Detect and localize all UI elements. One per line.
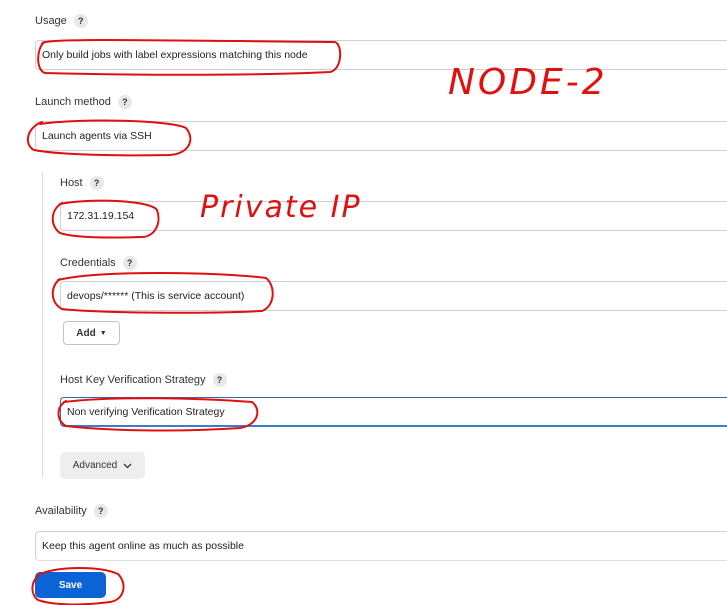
launch-method-select[interactable]: Launch agents via SSH bbox=[35, 121, 727, 151]
availability-label: Availability ? bbox=[35, 504, 108, 518]
availability-help-icon[interactable]: ? bbox=[93, 504, 108, 518]
host-label: Host ? bbox=[60, 176, 104, 190]
host-help-icon[interactable]: ? bbox=[89, 176, 104, 190]
launch-method-label: Launch method ? bbox=[35, 95, 132, 109]
usage-help-icon[interactable]: ? bbox=[73, 14, 88, 28]
host-key-strategy-select[interactable]: Non verifying Verification Strategy bbox=[60, 397, 727, 427]
node-annotation: NODE-2 bbox=[448, 62, 608, 103]
usage-label: Usage ? bbox=[35, 14, 88, 28]
chevron-down-icon bbox=[123, 463, 132, 468]
bottom-fade bbox=[0, 556, 727, 568]
credentials-help-icon[interactable]: ? bbox=[122, 256, 137, 270]
usage-select[interactable]: Only build jobs with label expressions m… bbox=[35, 40, 727, 70]
host-key-help-icon[interactable]: ? bbox=[212, 373, 227, 387]
private-ip-annotation: Private IP bbox=[200, 190, 362, 225]
add-credentials-button[interactable]: Add ▼ bbox=[63, 321, 120, 345]
advanced-button[interactable]: Advanced bbox=[60, 452, 145, 479]
host-input[interactable]: 172.31.19.154 bbox=[60, 201, 727, 231]
host-key-label: Host Key Verification Strategy ? bbox=[60, 373, 227, 387]
save-button[interactable]: Save bbox=[35, 572, 106, 598]
caret-down-icon: ▼ bbox=[99, 329, 107, 337]
credentials-label: Credentials ? bbox=[60, 256, 137, 270]
launch-method-help-icon[interactable]: ? bbox=[117, 95, 132, 109]
section-divider bbox=[42, 172, 43, 478]
credentials-select[interactable]: devops/****** (This is service account) bbox=[60, 281, 727, 311]
